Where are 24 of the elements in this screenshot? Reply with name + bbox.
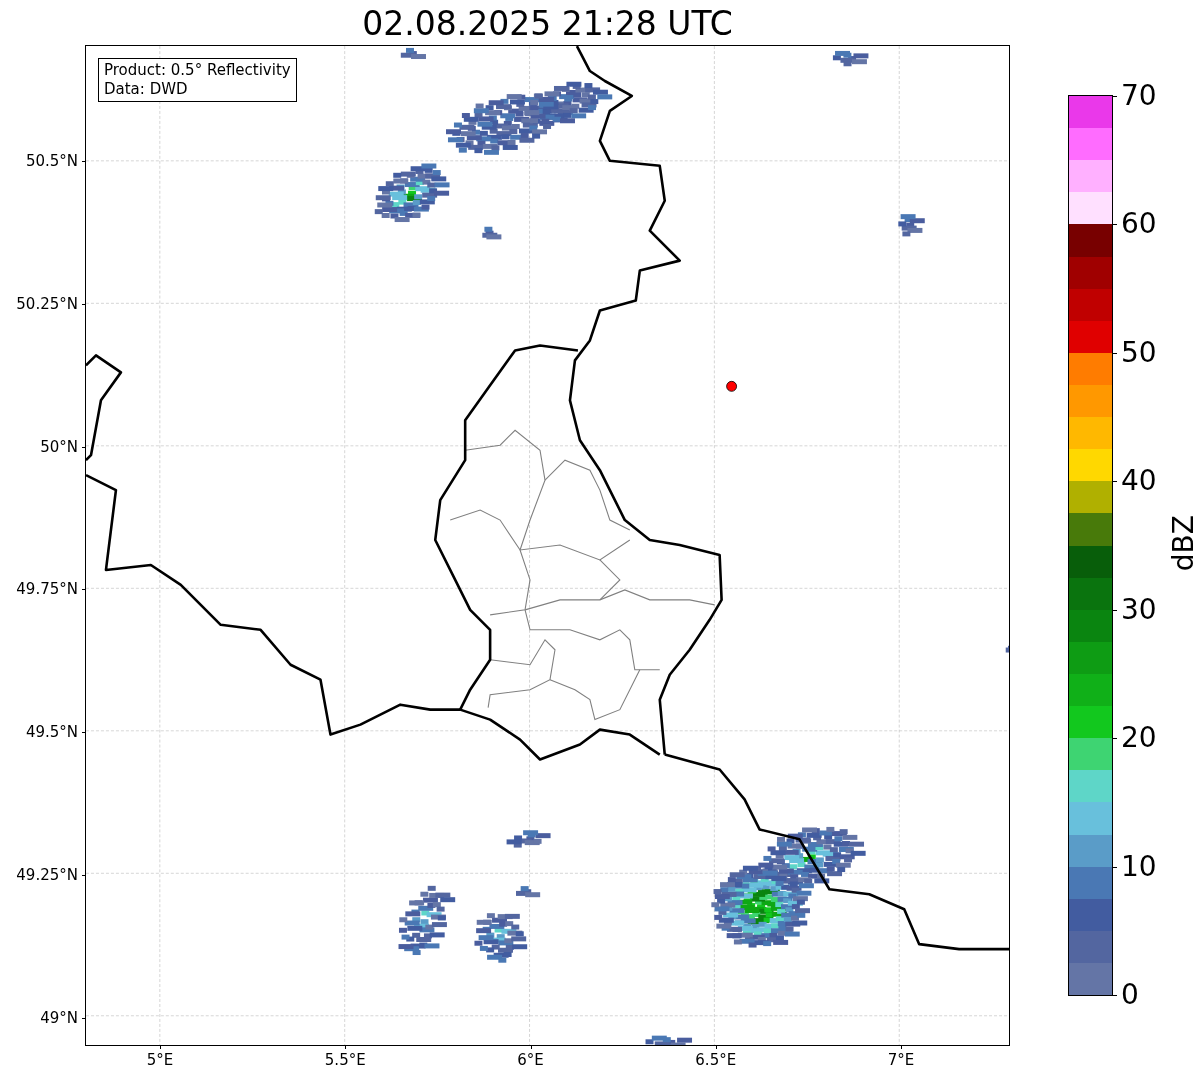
info-text: Product: 0.5° Reflectivity: [104, 61, 291, 80]
colorbar-tick-label: 60: [1121, 209, 1157, 240]
latitude-label: 49°N: [40, 1008, 78, 1027]
latitude-label: 49.75°N: [16, 580, 78, 599]
latitude-label: 50.5°N: [25, 152, 78, 170]
colorbar-label: dBZ: [1168, 515, 1200, 572]
colorbar-tick-label: 70: [1121, 81, 1157, 111]
colorbar-tick-label: 40: [1121, 466, 1157, 497]
longitude-label: 6°E: [517, 1051, 544, 1069]
colorbar-tick-label: 50: [1121, 337, 1157, 368]
latitude-label: 49.25°N: [16, 866, 78, 884]
latitude-label: 49.5°N: [25, 723, 78, 742]
latitude-label: 50°N: [40, 437, 78, 456]
info-text: Data: DWD: [104, 80, 189, 99]
colorbar-tick-label: 0: [1121, 980, 1139, 1010]
latitude-label: 50.25°N: [16, 294, 78, 313]
longitude-label: 7°E: [887, 1051, 915, 1069]
chart-title: 02.08.2025 21:28 UTC: [361, 3, 734, 45]
colorbar-tick-label: 20: [1121, 723, 1157, 754]
longitude-label: 5.5°E: [324, 1051, 366, 1069]
longitude-label: 5°E: [146, 1051, 174, 1069]
colorbar-tick-label: 10: [1121, 851, 1157, 882]
colorbar-tick-label: 30: [1121, 594, 1157, 625]
longitude-label: 6.5°E: [695, 1051, 737, 1069]
